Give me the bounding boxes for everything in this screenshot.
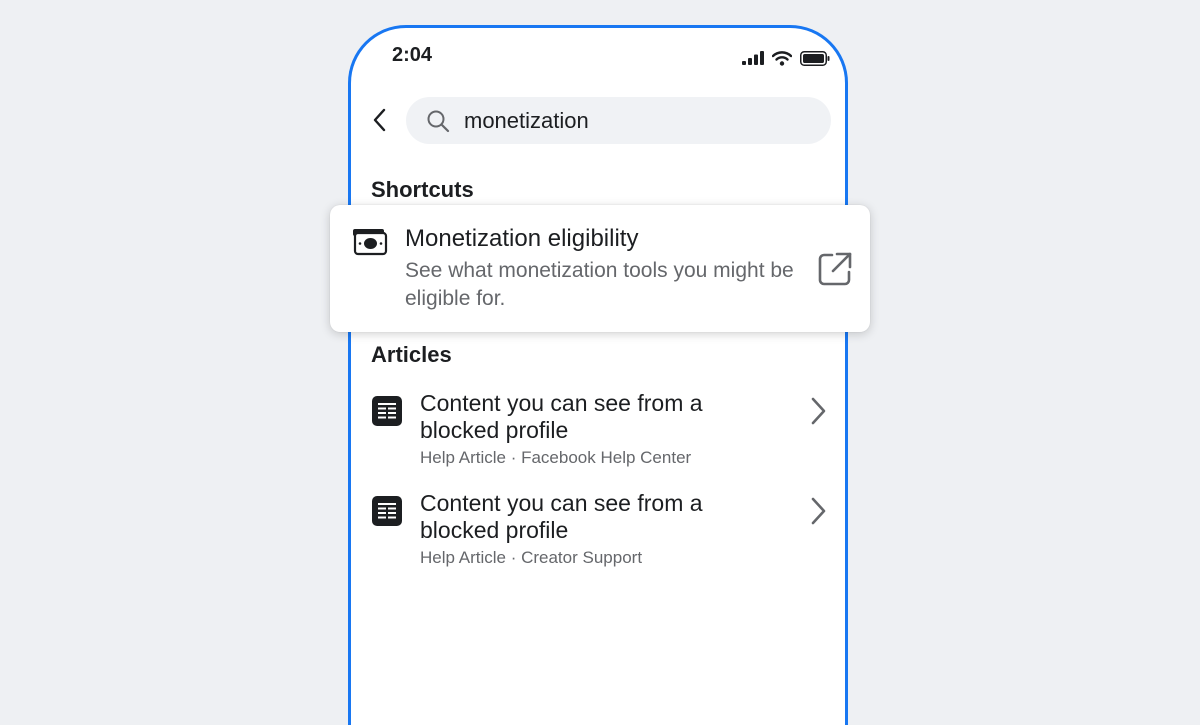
shortcuts-heading: Shortcuts	[371, 177, 474, 202]
signal-icon	[742, 51, 764, 65]
chevron-right-icon	[811, 397, 826, 425]
article-item[interactable]: Content you can see from a blocked profi…	[360, 490, 840, 580]
article-item[interactable]: Content you can see from a blocked profi…	[360, 390, 840, 480]
search-bar[interactable]	[406, 97, 831, 144]
article-icon	[372, 496, 402, 526]
status-time: 2:04	[392, 44, 433, 66]
battery-icon	[800, 50, 830, 66]
status-icons	[742, 48, 830, 68]
article-meta: Help Article · Creator Support	[420, 548, 643, 567]
article-title: Content you can see from a blocked profi…	[420, 390, 703, 443]
article-title: Content you can see from a blocked profi…	[420, 490, 703, 543]
back-button[interactable]	[364, 104, 396, 136]
shortcut-description: See what monetization tools you might be…	[405, 259, 794, 310]
shortcut-title: Monetization eligibility	[405, 225, 639, 252]
article-meta: Help Article · Facebook Help Center	[420, 448, 692, 467]
chevron-left-icon	[373, 108, 386, 132]
external-link-icon[interactable]	[818, 252, 852, 286]
chevron-right-icon	[811, 497, 826, 525]
article-icon	[372, 396, 402, 426]
search-icon	[427, 110, 450, 132]
wifi-icon	[772, 50, 792, 66]
articles-heading: Articles	[371, 342, 452, 367]
money-icon	[353, 229, 388, 256]
shortcut-card-monetization[interactable]: Monetization eligibility See what moneti…	[330, 205, 870, 332]
search-input[interactable]	[464, 107, 784, 134]
